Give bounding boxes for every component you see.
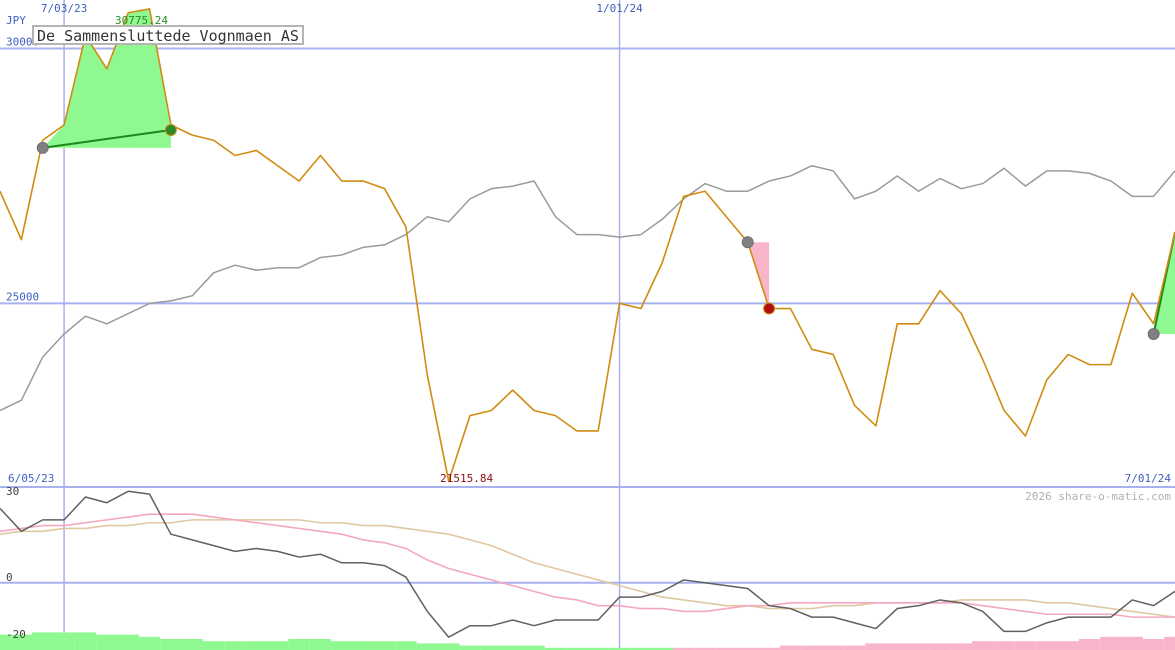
volume-bar-10 bbox=[202, 641, 225, 650]
volume-bar-19 bbox=[395, 641, 417, 650]
volume-bar-44 bbox=[929, 643, 951, 650]
volume-bar-8 bbox=[160, 639, 182, 650]
volume-bar-13 bbox=[267, 641, 289, 650]
volume-bar-20 bbox=[416, 643, 438, 650]
exit-dot-1 bbox=[763, 302, 776, 315]
volume-bar-2 bbox=[32, 632, 54, 650]
range-start-label: 6/05/23 bbox=[8, 472, 54, 485]
currency-label: JPY bbox=[6, 14, 26, 27]
volume-bar-12 bbox=[245, 641, 268, 650]
entry-dot-0 bbox=[36, 141, 49, 154]
volume-bar-15 bbox=[309, 639, 332, 650]
osc_pink-line bbox=[0, 513, 1175, 618]
volume-bar-23 bbox=[480, 645, 503, 650]
watermark: 2026 share-o-matic.com bbox=[1025, 490, 1171, 503]
grid bbox=[0, 0, 1175, 650]
axis-labels: 25000300007/03/23 1/01/2430775.2421515.84… bbox=[6, 2, 1171, 641]
volume-bar-46 bbox=[972, 641, 994, 650]
moving-average-series bbox=[0, 164, 1175, 412]
volume-bar-42 bbox=[886, 643, 908, 650]
volume-bar-55 bbox=[1164, 636, 1175, 650]
volume-bar-11 bbox=[224, 641, 246, 650]
y-tick-25000: 25000 bbox=[6, 290, 39, 303]
chart-title: De Sammensluttede Vognmaen AS bbox=[37, 27, 299, 45]
volume-bar-43 bbox=[907, 643, 930, 650]
volume-bar-39 bbox=[822, 645, 844, 650]
entry-dot-2 bbox=[1147, 328, 1160, 341]
osc-tick--20: -20 bbox=[6, 628, 26, 641]
osc_dark-line bbox=[0, 490, 1175, 638]
volume-bar-40 bbox=[843, 645, 866, 650]
volume-bar-7 bbox=[138, 636, 161, 650]
volume-bar-14 bbox=[288, 639, 310, 650]
volume-bar-4 bbox=[74, 632, 97, 650]
trade-markers bbox=[36, 124, 1160, 341]
price-annotations bbox=[42, 8, 1175, 335]
volume-bar-54 bbox=[1142, 639, 1165, 650]
price-series bbox=[0, 8, 1175, 482]
volume-bar-18 bbox=[373, 641, 396, 650]
volume-bar-49 bbox=[1036, 641, 1058, 650]
volume-bar-17 bbox=[352, 641, 374, 650]
exit-dot-0 bbox=[164, 124, 177, 137]
oscillator-panel bbox=[0, 490, 1175, 650]
volume-bar-53 bbox=[1121, 636, 1143, 650]
range-end-label: 7/01/24 bbox=[1125, 472, 1172, 485]
min-label: 21515.84 bbox=[440, 472, 493, 485]
price-line bbox=[0, 8, 1175, 482]
volume-bar-24 bbox=[502, 645, 524, 650]
price-chart: 25000300007/03/23 1/01/2430775.2421515.84… bbox=[0, 0, 1175, 650]
volume-bar-16 bbox=[331, 641, 353, 650]
volume-bar-5 bbox=[96, 634, 118, 650]
volume-bar-51 bbox=[1078, 639, 1101, 650]
volume-bar-50 bbox=[1057, 641, 1079, 650]
volume-bar-45 bbox=[950, 643, 973, 650]
volume-bar-3 bbox=[53, 632, 75, 650]
osc-tick-30: 30 bbox=[6, 485, 19, 498]
volume-bar-48 bbox=[1014, 641, 1037, 650]
osc-tick-0: 0 bbox=[6, 571, 13, 584]
volume-bar-9 bbox=[181, 639, 203, 650]
volume-bar-37 bbox=[779, 645, 802, 650]
volume-bar-41 bbox=[865, 643, 887, 650]
volume-bar-22 bbox=[459, 645, 481, 650]
volume-bar-6 bbox=[117, 634, 139, 650]
volume-bar-38 bbox=[801, 645, 823, 650]
date-label-0: 7/03/23 bbox=[41, 2, 87, 15]
volume-bar-25 bbox=[523, 645, 545, 650]
volume-bar-21 bbox=[437, 643, 460, 650]
date-label-1: 1/01/24 bbox=[596, 2, 643, 15]
avg-line bbox=[0, 164, 1175, 412]
entry-dot-1 bbox=[741, 236, 754, 249]
volume-bar-52 bbox=[1100, 636, 1122, 650]
volume-bar-47 bbox=[993, 641, 1015, 650]
